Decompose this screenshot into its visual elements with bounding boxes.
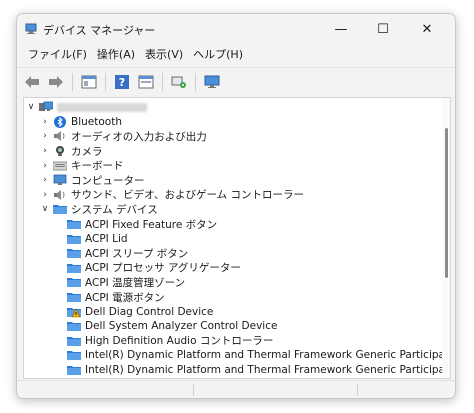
system-device-icon — [67, 320, 81, 333]
title-bar[interactable]: デバイス マネージャー — ☐ ✕ — [17, 14, 455, 44]
system-device-icon — [67, 261, 81, 274]
speaker-icon — [53, 188, 67, 201]
tree-device-item[interactable]: Intel(R) Dynamic Platform and Thermal Fr… — [64, 363, 451, 378]
menu-file[interactable]: ファイル(F) — [23, 43, 92, 63]
toolbar-separator — [195, 72, 196, 91]
computer-icon — [53, 174, 67, 187]
properties-icon[interactable] — [78, 71, 100, 93]
status-separator — [193, 384, 194, 396]
tree-device-item[interactable]: ACPI Lid — [64, 231, 128, 246]
device-tree[interactable]: ∨ › Bluetooth › オーディオの入力および出力 › カメラ › キーボード › コンピ… — [23, 97, 451, 379]
system-device-icon — [67, 232, 81, 245]
tree-category[interactable]: › カメラ — [40, 144, 103, 159]
tree-device-label: Intel(R) Dynamic Platform and Thermal Fr… — [85, 364, 451, 377]
vertical-scrollbar[interactable] — [442, 98, 450, 378]
tree-device-item[interactable]: ACPI 電源ボタン — [64, 290, 165, 305]
tree-category[interactable]: › サウンド、ビデオ、およびゲーム コントローラー — [40, 188, 304, 203]
tree-device-label: ACPI プロセッサ アグリゲーター — [85, 262, 241, 275]
status-bar — [17, 380, 455, 398]
back-arrow-icon[interactable] — [21, 71, 43, 93]
chevron-down-icon[interactable]: ∨ — [40, 203, 50, 215]
toolbar-separator — [105, 72, 106, 91]
menu-help[interactable]: ヘルプ(H) — [188, 43, 248, 63]
chevron-right-icon[interactable]: › — [40, 116, 50, 128]
tree-device-item[interactable]: Intel(R) Dynamic Platform and Thermal Fr… — [64, 348, 451, 363]
menu-view[interactable]: 表示(V) — [140, 43, 188, 63]
tree-category[interactable]: › コンピューター — [40, 173, 145, 188]
camera-icon — [53, 145, 67, 158]
computer-icon — [39, 101, 53, 114]
folder-icon — [53, 203, 67, 216]
tree-device-label: ACPI 温度管理ゾーン — [85, 276, 186, 289]
tree-device-label: ACPI Lid — [85, 232, 128, 245]
scan-hardware-icon[interactable] — [168, 71, 190, 93]
tree-category-label: コンピューター — [71, 174, 145, 187]
chevron-right-icon[interactable]: › — [40, 145, 50, 157]
tree-device-label: High Definition Audio コントローラー — [85, 335, 274, 348]
toolbar-separator — [162, 72, 163, 91]
tree-device-item[interactable]: High Definition Audio コントローラー — [64, 334, 273, 349]
device-manager-app-icon — [25, 23, 37, 34]
tree-category-system-devices[interactable]: ∨ システム デバイス — [40, 202, 158, 217]
system-device-icon — [67, 247, 81, 260]
system-device-icon — [67, 291, 81, 304]
view-icon[interactable] — [135, 71, 157, 93]
tree-device-label: ACPI スリープ ボタン — [85, 247, 189, 260]
tree-device-label: ACPI Fixed Feature ボタン — [85, 218, 218, 231]
system-device-icon — [67, 218, 81, 231]
window-title: デバイス マネージャー — [43, 24, 156, 37]
menu-action[interactable]: 操作(A) — [92, 43, 140, 63]
svg-text:?: ? — [119, 76, 125, 89]
chevron-right-icon[interactable]: › — [40, 174, 50, 186]
tree-device-item[interactable]: ACPI Fixed Feature ボタン — [64, 217, 217, 232]
tree-device-item[interactable]: Dell System Analyzer Control Device — [64, 319, 277, 334]
tree-category-label: カメラ — [71, 145, 103, 158]
tree-category-label: サウンド、ビデオ、およびゲーム コントローラー — [71, 189, 304, 202]
monitor-icon[interactable] — [201, 71, 223, 93]
tree-device-item[interactable]: ACPI スリープ ボタン — [64, 246, 188, 261]
chevron-down-icon[interactable]: ∨ — [26, 101, 36, 113]
bluetooth-icon — [53, 115, 67, 128]
status-separator — [357, 384, 358, 396]
maximize-button[interactable]: ☐ — [363, 14, 403, 44]
tree-category[interactable]: › Bluetooth — [40, 115, 122, 130]
tree-device-item[interactable]: ACPI 温度管理ゾーン — [64, 275, 185, 290]
tree-category[interactable]: › キーボード — [40, 158, 124, 173]
system-device-icon — [67, 349, 81, 362]
tree-category[interactable]: › オーディオの入力および出力 — [40, 129, 207, 144]
warning-device-icon — [67, 305, 81, 318]
scrollbar-thumb[interactable] — [445, 128, 448, 278]
tree-device-item[interactable]: Dell Diag Control Device — [64, 304, 213, 319]
speaker-icon — [53, 130, 67, 143]
tree-category-label: システム デバイス — [71, 203, 158, 216]
help-icon[interactable]: ? — [111, 71, 133, 93]
system-device-icon — [67, 276, 81, 289]
tree-device-label: Dell System Analyzer Control Device — [85, 320, 278, 333]
menu-bar: ファイル(F) 操作(A) 表示(V) ヘルプ(H) — [17, 43, 455, 63]
chevron-right-icon[interactable]: › — [40, 130, 50, 142]
chevron-right-icon[interactable]: › — [40, 160, 50, 172]
forward-arrow-icon[interactable] — [45, 71, 67, 93]
close-button[interactable]: ✕ — [407, 14, 447, 44]
tree-device-item[interactable]: ACPI プロセッサ アグリゲーター — [64, 261, 241, 276]
tree-category-label: キーボード — [71, 160, 124, 173]
chevron-right-icon[interactable]: › — [40, 189, 50, 201]
toolbar: ? — [17, 67, 455, 95]
tree-category-label: オーディオの入力および出力 — [71, 130, 207, 143]
device-manager-window: デバイス マネージャー — ☐ ✕ ファイル(F) 操作(A) 表示(V) ヘル… — [16, 13, 456, 399]
toolbar-separator — [72, 72, 73, 91]
minimize-button[interactable]: — — [321, 14, 361, 44]
system-device-icon — [67, 334, 81, 347]
tree-device-label: Intel(R) Dynamic Platform and Thermal Fr… — [85, 349, 451, 362]
tree-device-label: ACPI 電源ボタン — [85, 291, 165, 304]
tree-device-label: Dell Diag Control Device — [85, 305, 214, 318]
computer-name-redacted — [57, 102, 147, 112]
tree-category-label: Bluetooth — [71, 115, 122, 128]
keyboard-icon — [53, 159, 67, 172]
tree-root[interactable]: ∨ — [26, 100, 147, 115]
system-device-icon — [67, 364, 81, 377]
